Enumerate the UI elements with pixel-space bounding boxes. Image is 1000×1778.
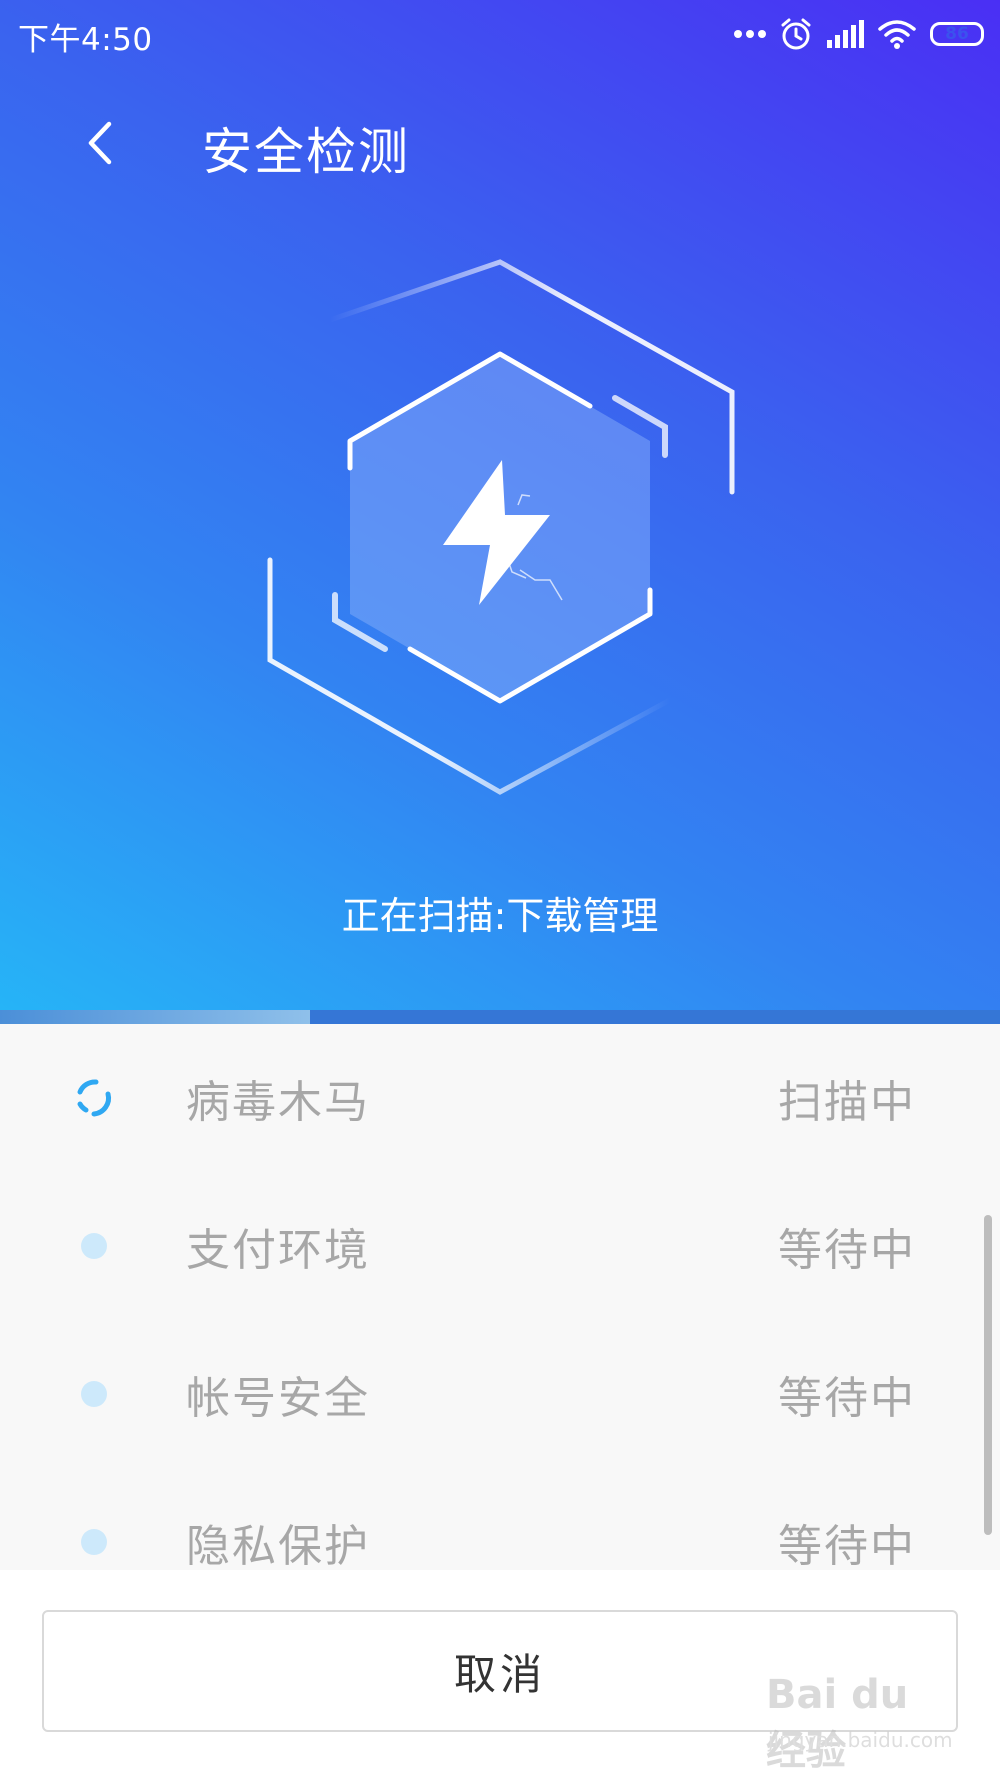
chevron-left-icon <box>88 121 112 165</box>
more-dots-icon <box>734 30 766 38</box>
list-scrollbar[interactable] <box>984 1215 992 1535</box>
baidu-jingyan-watermark: Bai du 经验 jingyan.baidu.com <box>766 1672 953 1774</box>
dot-icon <box>70 1518 118 1566</box>
list-item-label: 病毒木马 <box>186 1077 370 1128</box>
list-item-privacy-protection: 隐私保护 等待中 <box>0 1468 1000 1570</box>
hero-panel: 下午4:50 86 安全检测 正在扫描:下载管理 <box>0 0 1000 1010</box>
list-item-status: 扫描中 <box>778 1077 916 1128</box>
list-item-virus-trojan: 病毒木马 扫描中 <box>0 1024 1000 1172</box>
battery-icon: 86 <box>930 22 984 46</box>
scan-progress-fill <box>0 1010 310 1024</box>
list-item-payment-environment: 支付环境 等待中 <box>0 1172 1000 1320</box>
scan-status-text: 正在扫描:下载管理 <box>341 894 659 938</box>
back-button[interactable] <box>70 108 130 178</box>
watermark-url: jingyan.baidu.com <box>768 1728 953 1752</box>
wifi-icon <box>878 20 916 49</box>
alarm-clock-icon <box>781 18 811 50</box>
cellular-signal-icon <box>827 20 864 48</box>
loading-spinner-icon <box>70 1074 118 1122</box>
list-item-status: 等待中 <box>778 1225 916 1276</box>
dot-icon <box>70 1222 118 1270</box>
list-item-label: 隐私保护 <box>186 1521 370 1570</box>
status-icons: 86 <box>734 14 984 54</box>
list-item-label: 帐号安全 <box>186 1373 370 1424</box>
status-bar: 下午4:50 86 <box>0 0 1000 70</box>
list-item-label: 支付环境 <box>186 1225 370 1276</box>
dot-icon <box>70 1370 118 1418</box>
list-item-account-security: 帐号安全 等待中 <box>0 1320 1000 1468</box>
scan-progress-bar <box>0 1010 1000 1024</box>
list-item-status: 等待中 <box>778 1373 916 1424</box>
watermark-logo: Bai du 经验 <box>766 1672 909 1774</box>
page-title: 安全检测 <box>202 123 410 181</box>
scan-shield-graphic <box>267 259 735 795</box>
status-time: 下午4:50 <box>18 22 153 58</box>
list-item-status: 等待中 <box>778 1521 916 1570</box>
scan-item-list[interactable]: 病毒木马 扫描中 支付环境 等待中 帐号安全 等待中 隐私保护 等待中 <box>0 1024 1000 1570</box>
battery-percentage: 86 <box>945 24 969 44</box>
